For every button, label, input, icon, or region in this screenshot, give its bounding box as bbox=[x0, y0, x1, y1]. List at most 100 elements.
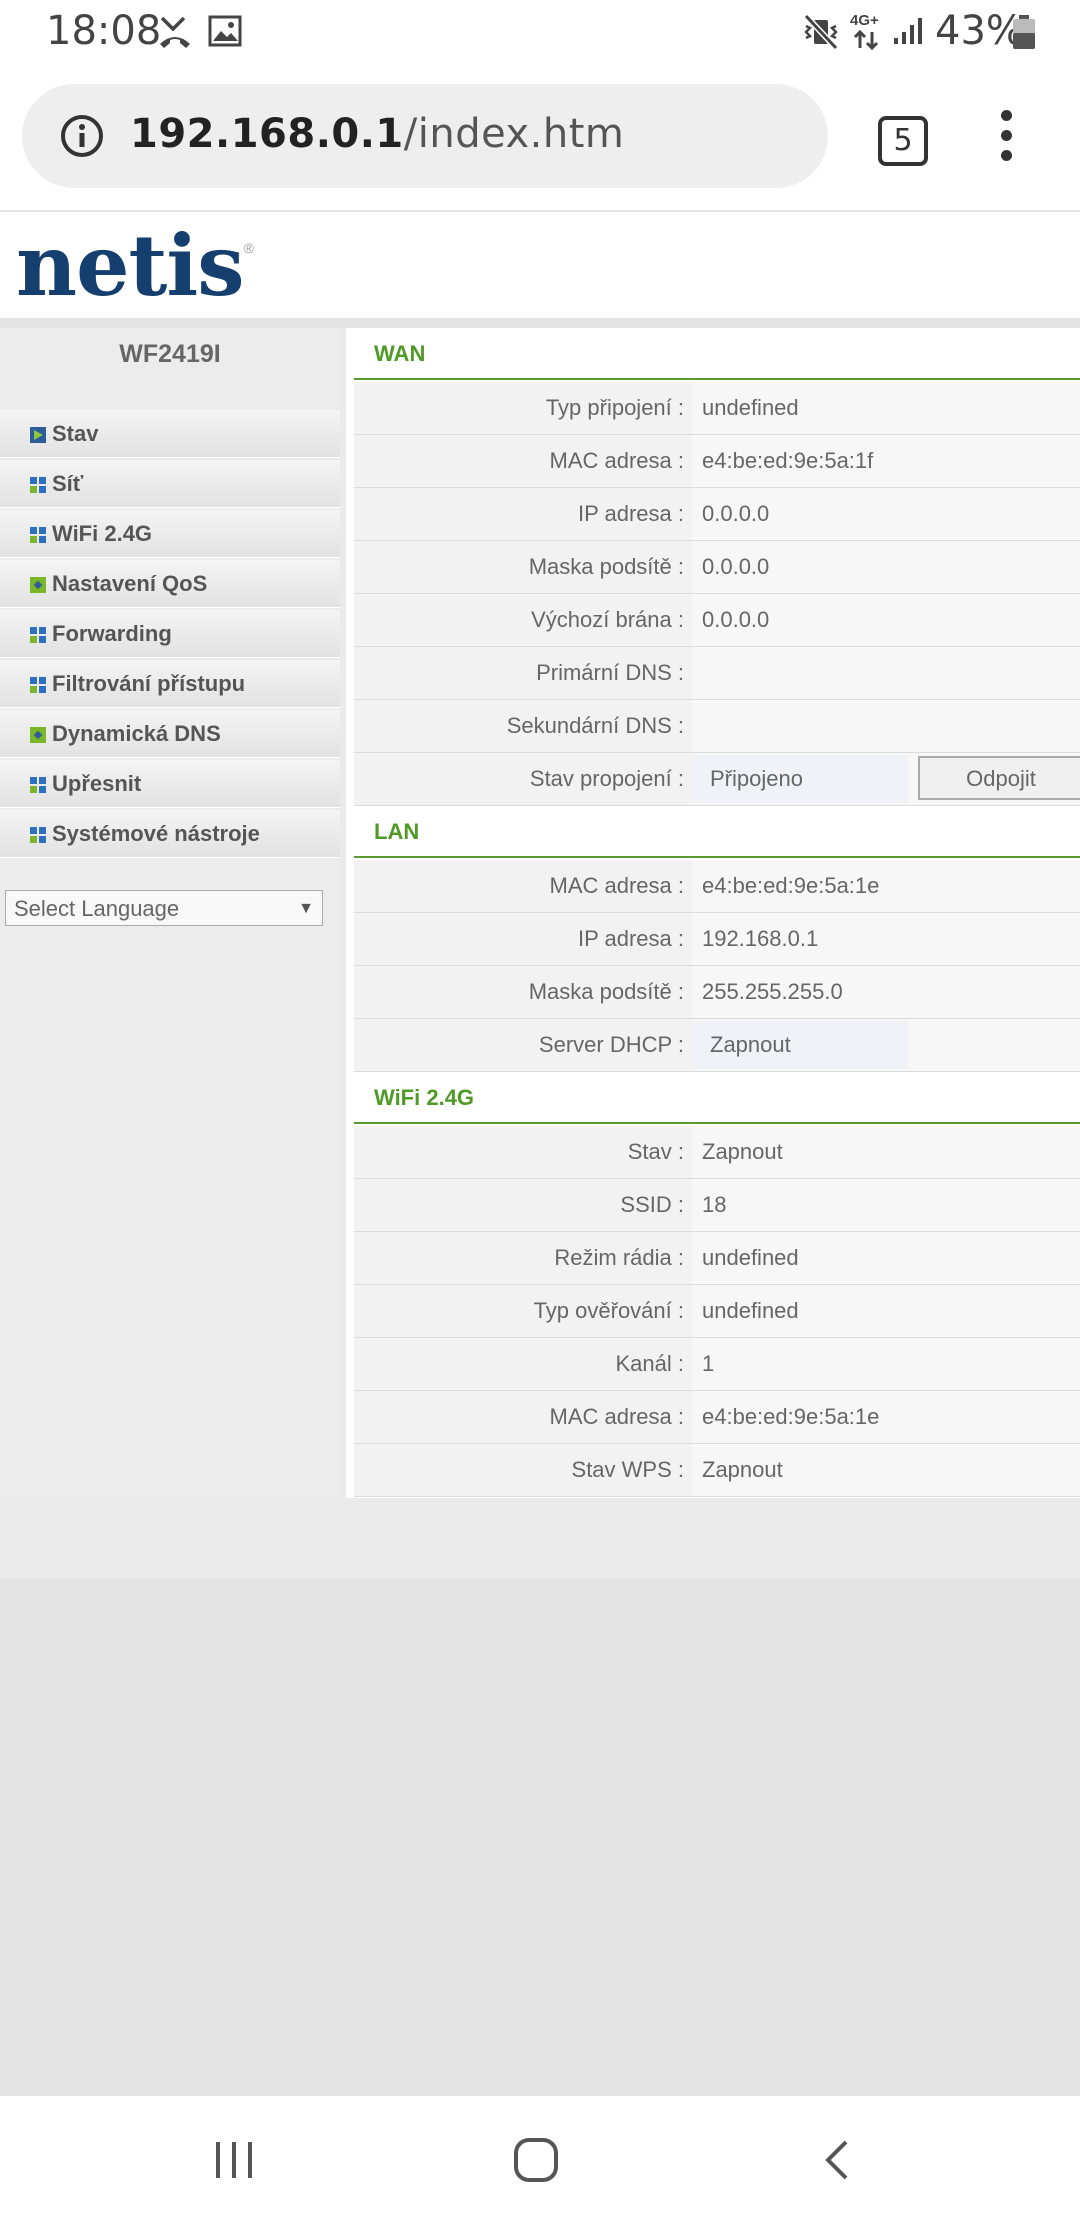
row-label: Typ ověřování : bbox=[533, 1298, 684, 1323]
row-value: e4:be:ed:9e:5a:1e bbox=[692, 860, 1080, 912]
sidebar-item-system-tools[interactable]: Systémové nástroje bbox=[0, 810, 340, 858]
status-time: 18:08 bbox=[46, 8, 162, 54]
row-label: Výchozí brána : bbox=[531, 607, 684, 632]
row-label: Maska podsítě : bbox=[528, 979, 684, 1004]
page-footer-band bbox=[0, 1498, 1080, 1578]
row-label: Primární DNS : bbox=[536, 660, 684, 685]
address-bar[interactable]: 192.168.0.1/index.htm bbox=[22, 84, 828, 188]
url-host: 192.168.0.1 bbox=[130, 111, 404, 157]
sidebar-item-wifi[interactable]: WiFi 2.4G bbox=[0, 510, 340, 558]
table-row: Maska podsítě : 0.0.0.0 bbox=[354, 541, 1080, 594]
diamond-icon bbox=[30, 577, 46, 593]
table-row: IP adresa : 192.168.0.1 bbox=[354, 913, 1080, 966]
table-row: Stav WPS : Zapnout bbox=[354, 1444, 1080, 1497]
row-label: MAC adresa : bbox=[549, 1404, 685, 1429]
table-row: Primární DNS : bbox=[354, 647, 1080, 700]
row-label: Stav propojení : bbox=[529, 766, 684, 791]
row-label: IP adresa : bbox=[578, 501, 684, 526]
row-label: Stav : bbox=[627, 1139, 684, 1164]
row-value bbox=[692, 647, 1080, 699]
status-bar: 18:08 4G+ 43% bbox=[0, 0, 1080, 64]
table-row: SSID : 18 bbox=[354, 1179, 1080, 1232]
disconnect-button[interactable]: Odpojit bbox=[918, 756, 1080, 800]
battery-icon bbox=[1013, 15, 1035, 49]
sidebar-item-qos[interactable]: Nastavení QoS bbox=[0, 560, 340, 608]
url-text[interactable]: 192.168.0.1/index.htm bbox=[130, 111, 624, 157]
row-value: 192.168.0.1 bbox=[692, 913, 1080, 965]
sidebar-item-sit[interactable]: Síť bbox=[0, 460, 340, 508]
sidebar-item-stav[interactable]: Stav bbox=[0, 410, 340, 458]
language-select-value: Select Language bbox=[14, 896, 180, 921]
row-label: MAC adresa : bbox=[549, 873, 685, 898]
sidebar-item-label: Forwarding bbox=[52, 621, 172, 646]
row-value: undefined bbox=[692, 1285, 1080, 1337]
device-model: WF2419I bbox=[119, 340, 221, 368]
grid-icon bbox=[30, 777, 46, 793]
sidebar-item-label: Síť bbox=[52, 471, 84, 496]
sidebar-item-label: Upřesnit bbox=[52, 771, 142, 796]
battery-percent: 43% bbox=[935, 8, 1024, 54]
grid-icon bbox=[30, 677, 46, 693]
table-row: Maska podsítě : 255.255.255.0 bbox=[354, 966, 1080, 1019]
system-nav-bar bbox=[0, 2096, 1080, 2220]
sidebar-item-forwarding[interactable]: Forwarding bbox=[0, 610, 340, 658]
sidebar-item-label: Filtrování přístupu bbox=[52, 671, 246, 696]
logo-registered-mark: ® bbox=[243, 240, 254, 256]
row-value: 18 bbox=[692, 1179, 1080, 1231]
sidebar-nav: Stav Síť WiFi 2.4G Nastavení QoS Forward… bbox=[0, 410, 340, 860]
row-value: 0.0.0.0 bbox=[692, 488, 1080, 540]
sidebar-item-label: Stav bbox=[52, 421, 99, 446]
row-label: Stav WPS : bbox=[571, 1457, 684, 1482]
table-row: MAC adresa : e4:be:ed:9e:5a:1f bbox=[354, 435, 1080, 488]
page-header: netis® bbox=[0, 212, 1080, 318]
sidebar-item-access-filter[interactable]: Filtrování přístupu bbox=[0, 660, 340, 708]
grid-icon bbox=[30, 627, 46, 643]
section-title-wan: WAN bbox=[354, 328, 1080, 380]
language-select[interactable]: Select Language ▼ bbox=[5, 890, 323, 926]
row-label: Kanál : bbox=[615, 1351, 685, 1376]
table-row: Typ ověřování : undefined bbox=[354, 1285, 1080, 1338]
table-row: Stav propojení : Připojeno Odpojit bbox=[354, 753, 1080, 806]
row-value bbox=[692, 700, 1080, 752]
row-label: Režim rádia : bbox=[554, 1245, 684, 1270]
back-icon[interactable] bbox=[822, 2138, 852, 2182]
row-value: Zapnout bbox=[692, 1126, 1080, 1178]
chevron-down-icon: ▼ bbox=[298, 900, 314, 917]
section-title-wifi: WiFi 2.4G bbox=[354, 1072, 1080, 1124]
missed-call-icon bbox=[160, 16, 190, 48]
sidebar-item-advanced[interactable]: Upřesnit bbox=[0, 760, 340, 808]
data-arrows-icon bbox=[853, 30, 879, 50]
grid-icon bbox=[30, 827, 46, 843]
play-icon bbox=[30, 427, 46, 443]
grid-icon bbox=[30, 477, 46, 493]
table-row: Stav : Zapnout bbox=[354, 1126, 1080, 1179]
info-icon[interactable] bbox=[60, 114, 104, 158]
recent-apps-icon[interactable] bbox=[212, 2140, 256, 2180]
sidebar: WF2419I Stav Síť WiFi 2.4G Nastavení QoS… bbox=[0, 328, 340, 1498]
sidebar-item-ddns[interactable]: Dynamická DNS bbox=[0, 710, 340, 758]
row-value: e4:be:ed:9e:5a:1e bbox=[692, 1391, 1080, 1443]
tab-switcher-button[interactable]: 5 bbox=[878, 116, 928, 166]
more-options-icon[interactable] bbox=[994, 110, 1018, 170]
sidebar-item-label: Dynamická DNS bbox=[52, 721, 221, 746]
sidebar-item-label: Systémové nástroje bbox=[52, 821, 260, 846]
table-row: MAC adresa : e4:be:ed:9e:5a:1e bbox=[354, 860, 1080, 913]
table-row: Kanál : 1 bbox=[354, 1338, 1080, 1391]
row-value: 0.0.0.0 bbox=[692, 594, 1080, 646]
netis-logo: netis® bbox=[16, 216, 254, 315]
row-label: SSID : bbox=[620, 1192, 684, 1217]
row-label: Server DHCP : bbox=[538, 1032, 684, 1057]
row-value: e4:be:ed:9e:5a:1f bbox=[692, 435, 1080, 487]
home-icon[interactable] bbox=[512, 2136, 560, 2184]
row-value: 1 bbox=[692, 1338, 1080, 1390]
table-row: Typ připojení : undefined bbox=[354, 382, 1080, 435]
image-icon bbox=[208, 15, 242, 47]
section-title-lan: LAN bbox=[354, 806, 1080, 858]
header-divider bbox=[0, 318, 1080, 328]
row-label: IP adresa : bbox=[578, 926, 684, 951]
diamond-icon bbox=[30, 727, 46, 743]
url-path: /index.htm bbox=[403, 111, 625, 157]
table-row: Režim rádia : undefined bbox=[354, 1232, 1080, 1285]
vibrate-mute-icon bbox=[803, 14, 839, 50]
row-label: MAC adresa : bbox=[549, 448, 685, 473]
